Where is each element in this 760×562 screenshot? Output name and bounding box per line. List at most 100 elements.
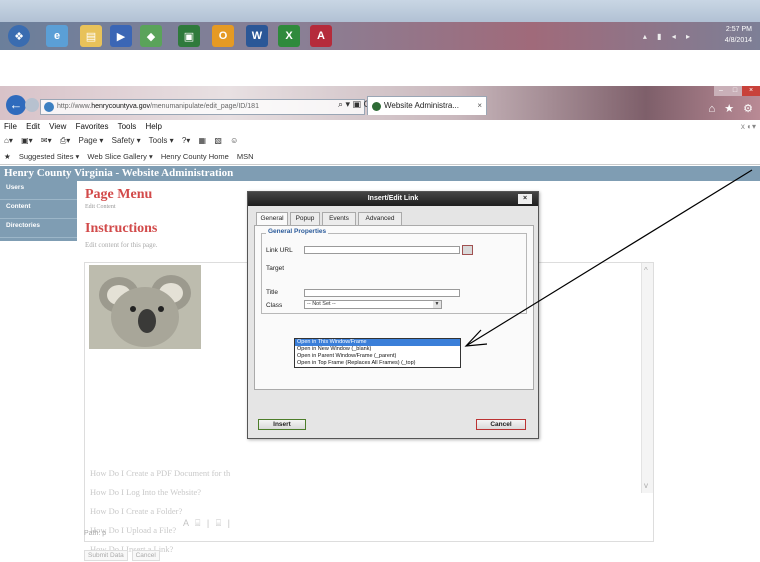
koala-picture (89, 265, 201, 349)
feeds-icon[interactable]: ▣▾ (21, 136, 33, 145)
tab-events[interactable]: Events (322, 212, 356, 225)
excel-icon[interactable]: X (278, 25, 300, 47)
class-label: Class (266, 302, 283, 309)
home-favorites-icons[interactable]: ⌂ ★ ⚙ (709, 102, 756, 115)
tab-advanced[interactable]: Advanced (358, 212, 402, 225)
taskbar: ❖ e ▤ ▶ ◆ ▣ O W X A ▴ ▮ ◂ ▸ 2:57 PM 4/8/… (0, 0, 760, 50)
menu-favorites[interactable]: Favorites (76, 122, 109, 131)
ie-page-icon (44, 102, 54, 112)
close-window-button[interactable]: × (742, 86, 760, 96)
media-icon[interactable]: ▶ (110, 25, 132, 47)
target-option-top[interactable]: Open in Top Frame (Replaces All Frames) … (295, 360, 460, 367)
page-menu[interactable]: Page ▾ (79, 136, 104, 145)
general-properties-group: General Properties Link URL Target Title… (261, 228, 527, 314)
powerpoint-icon[interactable]: O (212, 25, 234, 47)
dialog-close-icon[interactable]: × (518, 194, 532, 204)
editor-scrollbar[interactable]: ^ v (641, 263, 653, 493)
doc-link-login[interactable]: How Do I Log Into the Website? (90, 487, 201, 497)
menu-edit[interactable]: Edit (26, 122, 40, 131)
tab-favicon (372, 102, 381, 111)
minimize-button[interactable]: – (714, 86, 728, 96)
nav-content[interactable]: Content (0, 200, 77, 219)
target-option-this-window[interactable]: Open in This Window/Frame (295, 339, 460, 346)
link-url-label: Link URL (266, 247, 293, 254)
favorites-bar: ★ Suggested Sites ▾ Web Slice Gallery ▾ … (0, 149, 760, 165)
tab-general[interactable]: General (256, 212, 288, 225)
system-tray-icons[interactable]: ▴ ▮ ◂ ▸ (643, 32, 694, 41)
target-option-new-window[interactable]: Open in New Window (_blank) (295, 346, 460, 353)
start-orb-icon[interactable]: ❖ (8, 25, 30, 47)
koala-image[interactable] (89, 265, 201, 349)
chevron-down-icon[interactable]: ▼ (433, 301, 441, 308)
research-icon[interactable]: ▦ (199, 136, 207, 145)
doc-link-pdf[interactable]: How Do I Create a PDF Document for th (90, 468, 230, 478)
tab-popup[interactable]: Popup (290, 212, 320, 225)
mail-icon[interactable]: ✉▾ (41, 136, 52, 145)
instructions-title: Instructions (85, 221, 158, 236)
menu-file[interactable]: File (4, 122, 17, 131)
messenger-icon[interactable]: ☺ (230, 136, 238, 145)
fav-msn[interactable]: MSN (237, 152, 254, 161)
insert-button[interactable]: Insert (258, 419, 306, 430)
outlook-icon[interactable]: ▣ (178, 25, 200, 47)
cancel-page-button[interactable]: Cancel (131, 550, 160, 561)
target-label: Target (266, 265, 285, 272)
safety-menu[interactable]: Safety ▾ (112, 136, 141, 145)
ie-icon[interactable]: e (46, 25, 68, 47)
back-button[interactable]: ← (6, 95, 26, 115)
scroll-up-icon[interactable]: ^ (644, 266, 648, 275)
fav-web-slice-gallery[interactable]: Web Slice Gallery ▾ (87, 152, 152, 161)
dialog-titlebar: Insert/Edit Link × (248, 192, 538, 206)
print-icon[interactable]: ⎙▾ (60, 136, 70, 145)
clock-date: 4/8/2014 (724, 37, 752, 44)
doc-link-folder[interactable]: How Do I Create a Folder? (90, 506, 182, 516)
instructions-text: Edit content for this page. (85, 241, 158, 249)
browser-tab[interactable]: Website Administra... × (367, 96, 487, 115)
title-input[interactable] (304, 289, 460, 297)
home-icon[interactable]: ⌂▾ (4, 136, 13, 145)
window-controls: – □ × (714, 86, 760, 96)
class-select[interactable]: -- Not Set -- ▼ (304, 300, 442, 309)
menu-help[interactable]: Help (146, 122, 162, 131)
address-path: /menumanipulate/edit_page/ID/181 (150, 103, 259, 110)
clock-time: 2:57 PM (725, 26, 752, 33)
access-icon[interactable]: A (310, 25, 332, 47)
clock[interactable]: 2:57 PM 4/8/2014 (702, 24, 752, 46)
nav-users[interactable]: Users (0, 181, 77, 200)
tab-close-icon[interactable]: × (477, 97, 482, 115)
page-subtitle: Edit Content (85, 204, 116, 210)
editor-path: Path: p (84, 530, 107, 537)
tools-menu[interactable]: Tools ▾ (149, 136, 174, 145)
favorites-star-icon[interactable]: ★ (4, 152, 11, 161)
address-bar[interactable]: http://www.henrycountyva.gov/menumanipul… (40, 99, 365, 115)
address-prefix: http://www. (57, 103, 92, 110)
general-properties-legend: General Properties (266, 228, 329, 235)
help-icon[interactable]: ?▾ (182, 136, 190, 145)
target-dropdown-list[interactable]: Open in This Window/Frame Open in New Wi… (294, 338, 461, 368)
browse-icon[interactable] (462, 245, 473, 255)
submit-data-button[interactable]: Submit Data (84, 550, 128, 561)
desktop-strip (0, 0, 760, 22)
explorer-icon[interactable]: ▤ (80, 25, 102, 47)
scroll-down-icon[interactable]: v (644, 481, 648, 490)
link-url-input[interactable] (304, 246, 460, 254)
nav-directories[interactable]: Directories (0, 219, 77, 238)
menu-right-icons[interactable]: x ◐▾ (741, 120, 756, 133)
onenote-icon[interactable]: ▧ (214, 136, 222, 145)
menu-tools[interactable]: Tools (118, 122, 137, 131)
fav-suggested-sites[interactable]: Suggested Sites ▾ (19, 152, 79, 161)
dialog-title: Insert/Edit Link (367, 195, 419, 202)
chrome-icon[interactable]: ◆ (140, 25, 162, 47)
menu-view[interactable]: View (49, 122, 66, 131)
address-tools[interactable]: ⌕ ▾ ▣ C (338, 99, 370, 110)
fav-henry-county-home[interactable]: Henry County Home (161, 152, 229, 161)
cancel-button[interactable]: Cancel (476, 419, 526, 430)
address-domain: henrycountyva.gov (91, 103, 150, 110)
target-option-parent[interactable]: Open in Parent Window/Frame (_parent) (295, 353, 460, 360)
site-header: Henry County Virginia - Website Administ… (0, 166, 760, 181)
maximize-button[interactable]: □ (728, 86, 742, 96)
word-icon[interactable]: W (246, 25, 268, 47)
forward-button[interactable] (25, 98, 39, 112)
editor-toolbar-icons[interactable]: A ⌸ | ⌸ | (183, 518, 232, 529)
class-select-value: -- Not Set -- (307, 301, 336, 307)
